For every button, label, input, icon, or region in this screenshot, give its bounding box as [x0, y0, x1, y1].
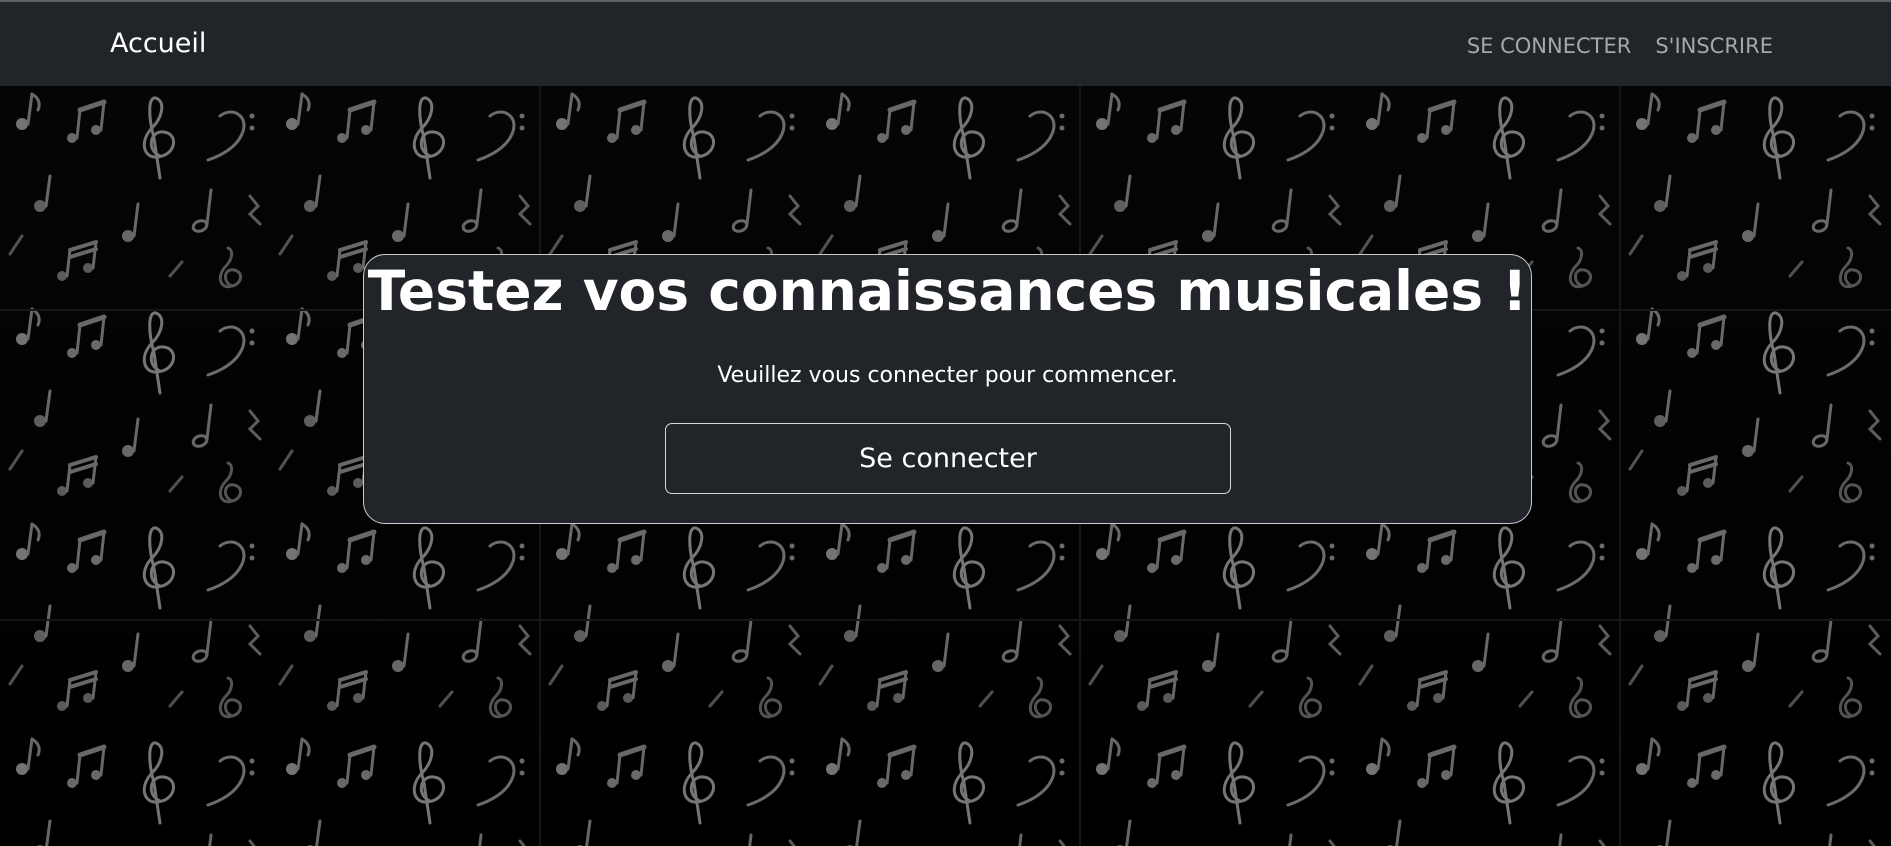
navbar-links: SE CONNECTER S'INSCRIRE	[1467, 34, 1773, 58]
page: Accueil SE CONNECTER S'INSCRIRE Testez v…	[0, 0, 1891, 846]
welcome-title: Testez vos connaissances musicales !	[367, 259, 1528, 323]
welcome-subtitle: Veuillez vous connecter pour commencer.	[717, 363, 1178, 388]
login-button[interactable]: Se connecter	[665, 423, 1231, 494]
nav-login-link[interactable]: SE CONNECTER	[1467, 34, 1632, 58]
nav-signup-link[interactable]: S'INSCRIRE	[1655, 34, 1773, 58]
navbar: Accueil SE CONNECTER S'INSCRIRE	[0, 0, 1891, 86]
welcome-card: Testez vos connaissances musicales ! Veu…	[363, 254, 1532, 524]
navbar-brand-link[interactable]: Accueil	[110, 28, 206, 59]
